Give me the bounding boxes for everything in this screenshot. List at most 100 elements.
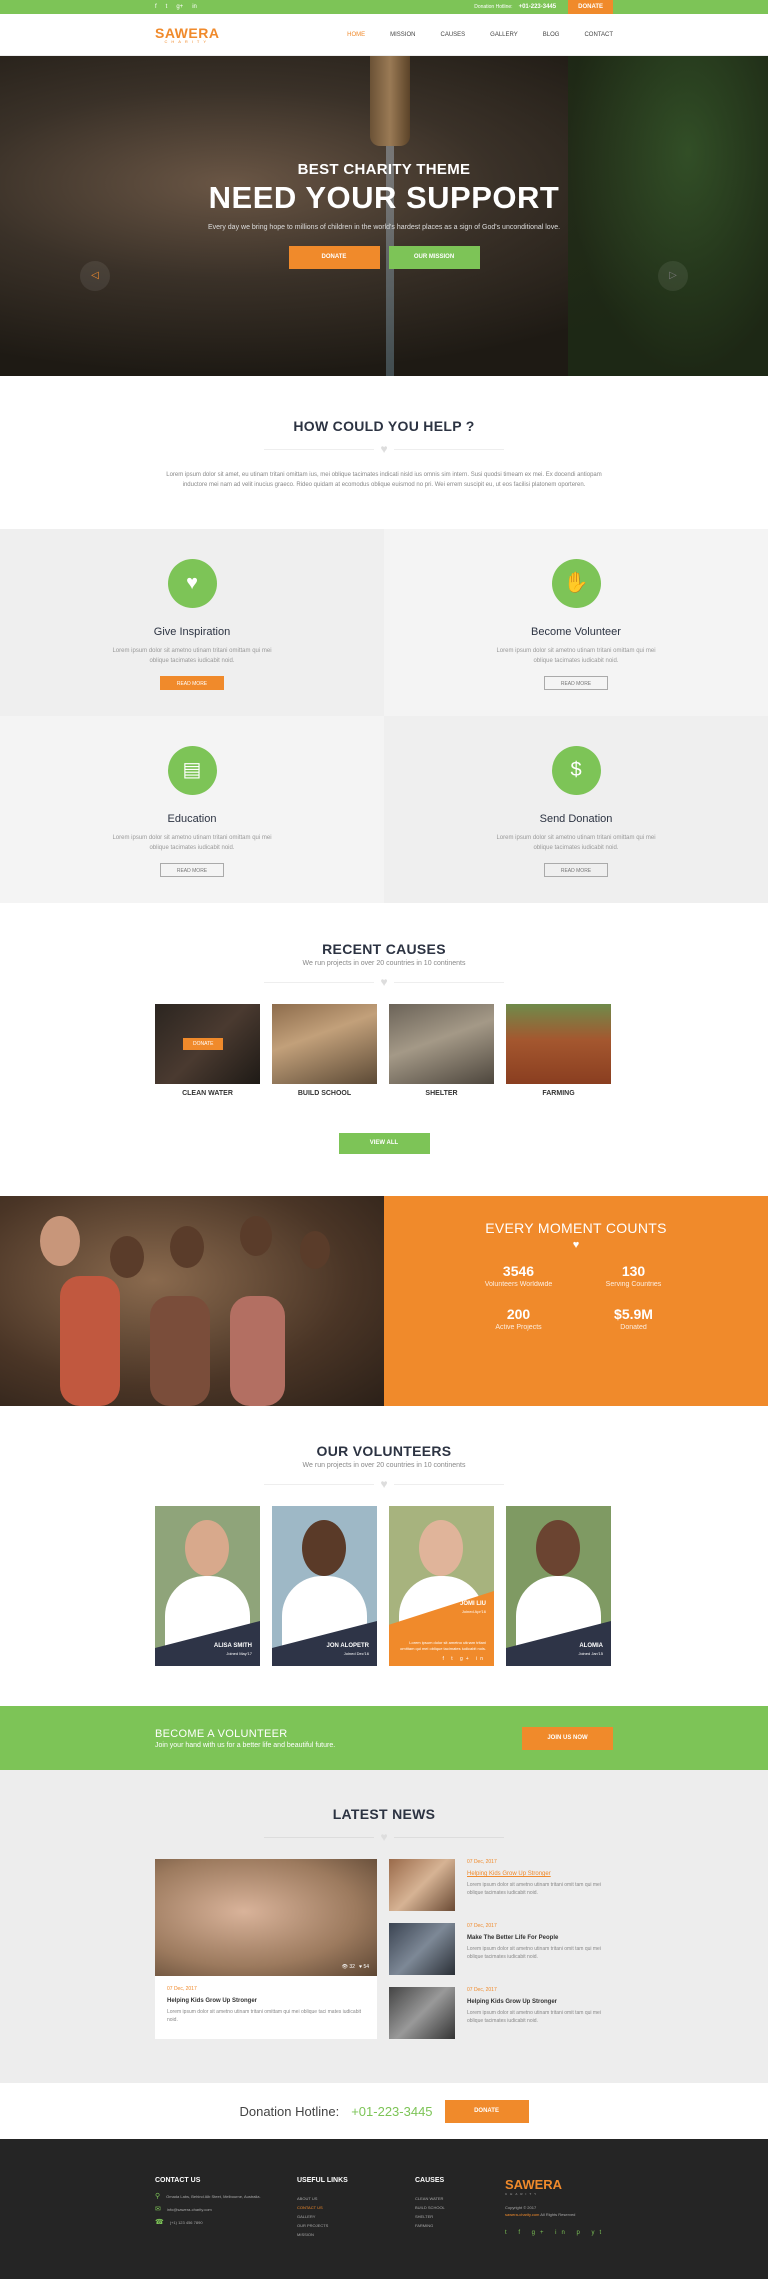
stats-panel: EVERY MOMENT COUNTS ♥ 3546 Volunteers Wor…: [384, 1196, 768, 1406]
footer-links: USEFUL LINKS ABOUT US CONTACT US GALLERY…: [297, 2177, 415, 2239]
join-us-button[interactable]: JOIN US NOW: [522, 1726, 613, 1750]
menu-mission[interactable]: MISSION: [390, 32, 415, 38]
footer-logo[interactable]: SAWERA CHARITY: [505, 2177, 606, 2196]
facebook-icon[interactable]: f: [155, 4, 157, 10]
menu-causes[interactable]: CAUSES: [440, 32, 465, 38]
cause-image: [389, 1004, 494, 1084]
hero-donate-button[interactable]: DONATE: [288, 246, 380, 269]
cause-donate-button[interactable]: DONATE: [183, 1038, 224, 1050]
volunteer-card[interactable]: JON ALOPETR Joined Dec'16: [272, 1506, 377, 1666]
heart-icon: ♥: [380, 442, 388, 456]
hotline-donate-button[interactable]: DONATE: [444, 2099, 529, 2123]
footer-link[interactable]: ABOUT US: [297, 2194, 415, 2203]
twitter-icon[interactable]: t: [166, 4, 168, 10]
volunteer-joined: Joined Dec'16: [343, 1651, 369, 1656]
footer-cause-link[interactable]: FARMING: [415, 2221, 505, 2230]
cause-card[interactable]: FARMING: [506, 1004, 611, 1097]
feature-title: Become Volunteer: [531, 626, 621, 638]
causes-title: RECENT CAUSES: [322, 941, 446, 957]
footer-cause-link[interactable]: SHELTER: [415, 2212, 505, 2221]
linkedin-icon[interactable]: in: [192, 4, 197, 10]
avatar: [536, 1520, 580, 1576]
footer-brand: SAWERA CHARITY Copyright © 2017 sawera-c…: [505, 2177, 606, 2239]
google-plus-icon[interactable]: g+: [176, 4, 183, 10]
footer-social-icons[interactable]: t f g+ in p yt: [505, 2230, 606, 2236]
news-excerpt: Lorem ipsum dolor sit ametno utinam trit…: [467, 2010, 601, 2024]
feature-text: Lorem ipsum dolor sit ametno utinam trit…: [496, 648, 656, 664]
feature-title: Education: [167, 813, 217, 825]
volunteers-section: OUR VOLUNTEERS We run projects in over 2…: [0, 1406, 768, 1706]
hero-kicker: BEST CHARITY THEME: [297, 161, 471, 178]
menu-blog[interactable]: BLOG: [543, 32, 560, 38]
cause-card[interactable]: SHELTER: [389, 1004, 494, 1097]
menu: HOME MISSION CAUSES GALLERY BLOG CONTACT: [347, 32, 613, 38]
stats-title: EVERY MOMENT COUNTS: [485, 1220, 667, 1236]
footer-link[interactable]: GALLERY: [297, 2212, 415, 2221]
view-all-button[interactable]: VIEW ALL: [338, 1133, 430, 1154]
stat-value: 200: [506, 1306, 531, 1322]
hero-mission-button[interactable]: OUR MISSION: [388, 246, 480, 269]
cause-title: SHELTER: [425, 1090, 458, 1097]
menu-gallery[interactable]: GALLERY: [490, 32, 518, 38]
news-title-link[interactable]: Helping Kids Grow Up Stronger: [467, 1871, 613, 1877]
books-icon: ▤: [167, 746, 217, 795]
feature-title: Send Donation: [539, 813, 613, 825]
news-thumb: [389, 1923, 455, 1975]
news-item[interactable]: 07 Dec, 2017 Make The Better Life For Pe…: [389, 1923, 613, 1975]
footer-link[interactable]: CONTACT US: [297, 2203, 415, 2212]
volunteer-joined: Joined Jan'15: [578, 1651, 603, 1656]
volunteer-card[interactable]: JOMI LIU Joined Apr'16 Lorem ipsum dolor …: [389, 1506, 494, 1666]
footer-email[interactable]: info@sawera-charity.com: [167, 2207, 212, 2213]
cause-card[interactable]: BUILD SCHOOL: [272, 1004, 377, 1097]
footer-phone[interactable]: (+1) 123 456 7890: [170, 2220, 203, 2226]
footer-logo-name: SAWERA: [505, 2177, 563, 2192]
hotline-number[interactable]: +01-223-3445: [351, 2104, 432, 2119]
stats-section: EVERY MOMENT COUNTS ♥ 3546 Volunteers Wor…: [0, 1196, 768, 1406]
heart-divider: ♥: [155, 975, 613, 989]
avatar: [185, 1520, 229, 1576]
volunteer-card[interactable]: ALOMIA Joined Jan'15: [506, 1506, 611, 1666]
footer-link[interactable]: OUR PROJECTS: [297, 2221, 415, 2230]
cause-title: CLEAN WATER: [182, 1090, 233, 1097]
news-title-link[interactable]: Helping Kids Grow Up Stronger: [167, 1998, 365, 2004]
news-title-link[interactable]: Helping Kids Grow Up Stronger: [467, 1999, 613, 2005]
footer-causes: CAUSES CLEAN WATER BUILD SCHOOL SHELTER …: [415, 2177, 505, 2239]
volunteer-name: ALOMIA: [579, 1643, 603, 1649]
volunteer-social-icons[interactable]: f t g+ in: [442, 1656, 486, 1662]
cause-title: FARMING: [542, 1090, 575, 1097]
cause-image: [506, 1004, 611, 1084]
news-excerpt: Lorem ipsum dolor sit ametno utinam trit…: [167, 2009, 361, 2023]
top-donate-button[interactable]: DONATE: [568, 0, 613, 14]
stat-value: 130: [621, 1263, 646, 1279]
read-more-button[interactable]: READ MORE: [160, 863, 224, 877]
featured-news[interactable]: 👁 32 ♥ 54 07 Dec, 2017 Helping Kids Grow…: [155, 1859, 377, 2039]
read-more-button[interactable]: READ MORE: [544, 863, 608, 877]
avatar: [419, 1520, 463, 1576]
volunteer-card[interactable]: ALISA SMITH Joined May'17: [155, 1506, 260, 1666]
news-thumb: [389, 1987, 455, 2039]
menu-contact[interactable]: CONTACT: [584, 32, 613, 38]
footer-cause-link[interactable]: BUILD SCHOOL: [415, 2203, 505, 2212]
hotline-number[interactable]: +01-223-3445: [519, 4, 557, 10]
read-more-button[interactable]: READ MORE: [160, 676, 224, 690]
cause-card[interactable]: DONATE CLEAN WATER: [155, 1004, 260, 1097]
news-item[interactable]: 07 Dec, 2017 Helping Kids Grow Up Strong…: [389, 1859, 613, 1911]
footer-cause-link[interactable]: CLEAN WATER: [415, 2194, 505, 2203]
volunteers-title: OUR VOLUNTEERS: [316, 1443, 452, 1459]
copyright-site[interactable]: sawera-charity.com: [505, 2212, 539, 2217]
logo[interactable]: SAWERA CHARITY: [155, 26, 219, 44]
mail-icon: ✉: [155, 2206, 161, 2213]
volunteer-name: JON ALOPETR: [326, 1643, 369, 1649]
news-item[interactable]: 07 Dec, 2017 Helping Kids Grow Up Strong…: [389, 1987, 613, 2039]
footer-link[interactable]: MISSION: [297, 2230, 415, 2239]
footer: CONTACT US ⚲ Omada Labs, Behind Alb Steet…: [0, 2139, 768, 2279]
heart-divider: ♥: [155, 1477, 613, 1491]
read-more-button[interactable]: READ MORE: [544, 676, 608, 690]
volunteer-name: JOMI LIU: [459, 1601, 486, 1607]
menu-home[interactable]: HOME: [347, 32, 365, 38]
footer-heading: CONTACT US: [155, 2177, 201, 2184]
hero-content: BEST CHARITY THEME NEED YOUR SUPPORT Eve…: [0, 161, 768, 269]
handshake-icon: ✋: [551, 559, 601, 608]
news-title-link[interactable]: Make The Better Life For People: [467, 1935, 613, 1941]
map-pin-icon: ⚲: [155, 2193, 161, 2200]
